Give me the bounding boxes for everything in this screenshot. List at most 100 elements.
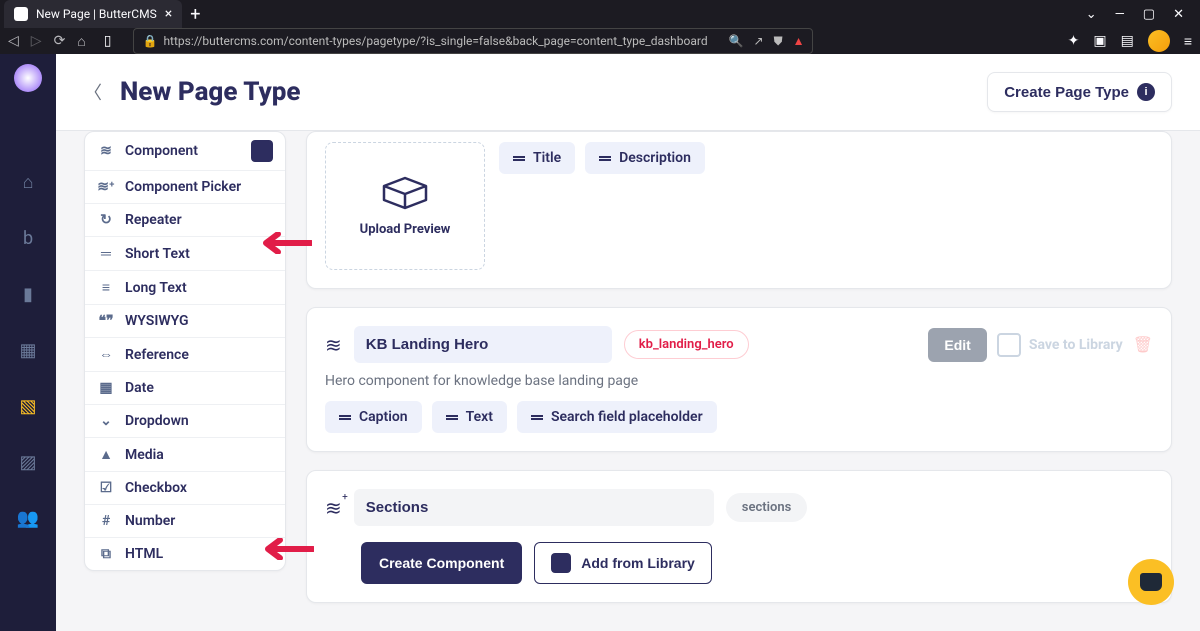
- main-column: Upload Preview Title Description ≋: [306, 131, 1172, 603]
- chevron-down-icon[interactable]: ⌄: [1086, 7, 1097, 22]
- component-slug: kb_landing_hero: [624, 330, 749, 359]
- add-from-library-button[interactable]: Add from Library: [534, 542, 712, 584]
- rail-content-types-icon[interactable]: ▧: [8, 386, 48, 426]
- field-chip-caption[interactable]: Caption: [325, 401, 422, 433]
- menu-icon[interactable]: ≡: [1184, 33, 1192, 50]
- lines-icon: [513, 156, 525, 161]
- sections-card: ≋+ sections Create Component Add from Li…: [306, 470, 1172, 603]
- sections-name-input[interactable]: [354, 489, 714, 526]
- share-icon[interactable]: ↗: [754, 34, 764, 48]
- field-item-repeater[interactable]: ↻Repeater: [85, 204, 285, 237]
- chat-icon: [1140, 573, 1162, 591]
- rail-pages-icon[interactable]: ▮: [8, 274, 48, 314]
- field-item-media[interactable]: ▲Media: [85, 438, 285, 472]
- link-icon: ⇔: [97, 346, 115, 363]
- page-title: New Page Type: [120, 77, 300, 107]
- address-bar[interactable]: 🔒 https://buttercms.com/content-types/pa…: [133, 28, 813, 54]
- field-item-long-text[interactable]: ≡Long Text: [85, 271, 285, 305]
- chat-fab[interactable]: [1128, 559, 1174, 605]
- annotation-arrow-1: [260, 232, 312, 254]
- annotation-arrow-2: [262, 538, 314, 560]
- rail-grid-icon[interactable]: ▦: [8, 330, 48, 370]
- edit-button[interactable]: Edit: [928, 328, 986, 362]
- field-item-html[interactable]: ⧉HTML: [85, 538, 285, 570]
- tab-title: New Page | ButterCMS: [36, 7, 157, 21]
- upload-preview-label: Upload Preview: [360, 222, 451, 237]
- upload-preview-box[interactable]: Upload Preview: [325, 142, 485, 270]
- warning-icon[interactable]: ▲: [793, 34, 805, 48]
- long-text-icon: ≡: [97, 279, 115, 296]
- create-component-button[interactable]: Create Component: [361, 542, 522, 584]
- rail-users-icon[interactable]: 👥: [8, 498, 48, 538]
- field-item-short-text[interactable]: ═Short Text: [85, 237, 285, 271]
- extensions-icon[interactable]: ▣: [1093, 33, 1106, 49]
- quotes-icon: ❝❞: [97, 313, 115, 329]
- close-window-icon[interactable]: ✕: [1173, 7, 1184, 22]
- back-chevron-icon[interactable]: 〈: [84, 79, 102, 105]
- preview-card: Upload Preview Title Description: [306, 131, 1172, 289]
- create-page-type-label: Create Page Type: [1004, 84, 1129, 101]
- bookmark-icon[interactable]: ▯: [104, 33, 112, 49]
- field-item-dropdown[interactable]: ⌄Dropdown: [85, 405, 285, 438]
- profile-avatar[interactable]: [1148, 30, 1170, 52]
- close-icon[interactable]: ×: [165, 6, 172, 22]
- field-item-wysiwyg[interactable]: ❝❞WYSIWYG: [85, 305, 285, 338]
- rail-home-icon[interactable]: ⌂: [8, 162, 48, 202]
- field-item-checkbox[interactable]: ☑Checkbox: [85, 472, 285, 505]
- browser-tab[interactable]: New Page | ButterCMS ×: [4, 0, 182, 28]
- browser-titlebar: New Page | ButterCMS × + ⌄ — ▢ ✕: [0, 0, 1200, 28]
- field-chip-text[interactable]: Text: [432, 401, 507, 433]
- field-item-component[interactable]: ≋Component: [85, 132, 285, 171]
- save-to-library-button[interactable]: Save to Library: [997, 333, 1123, 357]
- create-page-type-button[interactable]: Create Page Type i: [987, 72, 1172, 112]
- field-item-date[interactable]: ▦Date: [85, 372, 285, 405]
- back-icon[interactable]: ◁: [8, 33, 19, 49]
- forward-icon[interactable]: ▷: [31, 33, 42, 49]
- component-name-input[interactable]: [354, 326, 612, 363]
- chevron-down-icon: ⌄: [97, 413, 115, 429]
- minimize-icon[interactable]: —: [1115, 7, 1125, 22]
- window-controls: ⌄ — ▢ ✕: [1086, 7, 1196, 22]
- field-item-reference[interactable]: ⇔Reference: [85, 338, 285, 372]
- info-icon: i: [1137, 83, 1155, 101]
- shield-icon[interactable]: ⛊: [774, 34, 783, 49]
- hash-icon: #: [97, 513, 115, 529]
- field-item-number[interactable]: #Number: [85, 505, 285, 538]
- extension-icon[interactable]: ✦: [1068, 33, 1080, 49]
- home-icon[interactable]: ⌂: [77, 33, 85, 50]
- lines-icon: [446, 415, 458, 420]
- app-main: 〈 New Page Type Create Page Type i ≋Comp…: [56, 54, 1200, 631]
- tab-favicon: [14, 7, 28, 21]
- layers-icon: ≋: [97, 143, 115, 159]
- field-item-component-picker[interactable]: ≋⁺Component Picker: [85, 171, 285, 204]
- layers-plus-icon: ≋⁺: [97, 179, 115, 195]
- new-tab-button[interactable]: +: [190, 4, 200, 25]
- field-chip-description[interactable]: Description: [585, 142, 705, 174]
- reload-icon[interactable]: ⟳: [54, 33, 66, 49]
- zoom-icon[interactable]: 🔍: [729, 34, 744, 48]
- component-card: ≋ kb_landing_hero Edit Save to Library 🗑: [306, 307, 1172, 452]
- rail-media-icon[interactable]: ▨: [8, 442, 48, 482]
- rail-blog-icon[interactable]: b: [8, 218, 48, 258]
- lock-icon: 🔒: [142, 34, 157, 48]
- image-icon: ▲: [97, 446, 115, 463]
- app-side-rail: ⌂ b ▮ ▦ ▧ ▨ 👥: [0, 54, 56, 631]
- field-chip-title[interactable]: Title: [499, 142, 575, 174]
- check-icon: ☑: [97, 480, 115, 496]
- lines-icon: [531, 415, 543, 420]
- library-icon[interactable]: ▤: [1121, 33, 1134, 49]
- sections-slug: sections: [726, 493, 808, 522]
- browser-window: New Page | ButterCMS × + ⌄ — ▢ ✕ ◁ ▷ ⟳ ⌂…: [0, 0, 1200, 628]
- field-type-list: ≋Component ≋⁺Component Picker ↻Repeater …: [84, 131, 286, 571]
- trash-icon[interactable]: 🗑: [1133, 335, 1153, 354]
- library-badge-icon: [251, 140, 273, 162]
- app-logo[interactable]: [14, 64, 42, 92]
- layers-icon: ≋: [325, 333, 342, 357]
- box-icon: [382, 176, 428, 210]
- field-chip-search-placeholder[interactable]: Search field placeholder: [517, 401, 717, 433]
- library-icon: [551, 553, 571, 573]
- lines-icon: [339, 415, 351, 420]
- component-description: Hero component for knowledge base landin…: [325, 373, 1153, 389]
- save-icon: [997, 333, 1021, 357]
- maximize-icon[interactable]: ▢: [1143, 7, 1155, 22]
